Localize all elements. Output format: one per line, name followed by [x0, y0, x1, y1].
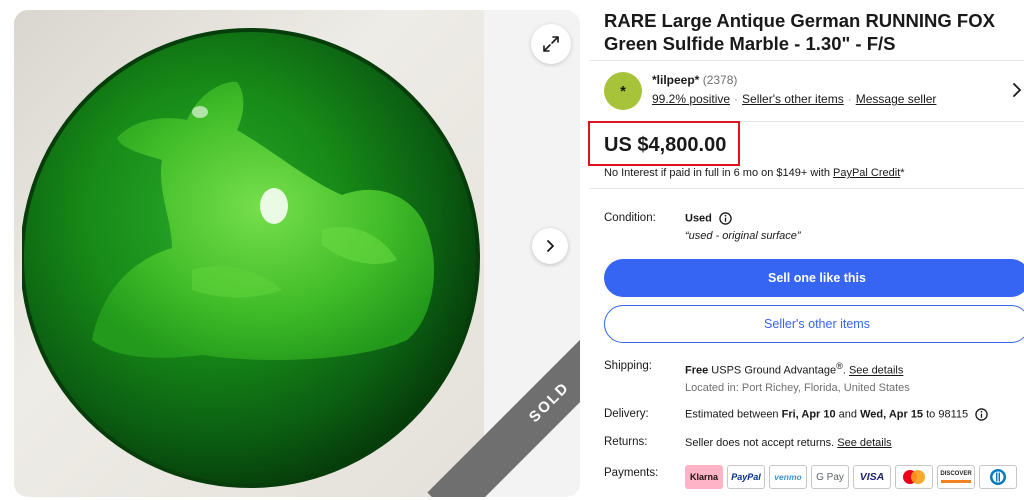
item-location: Located in: Port Richey, Florida, United…: [685, 382, 910, 394]
expand-icon: [543, 36, 559, 52]
sell-one-like-this-button[interactable]: Sell one like this: [604, 259, 1024, 297]
chevron-right-icon[interactable]: [1010, 81, 1024, 99]
delivery-start-date: Fri, Apr 10: [781, 408, 836, 421]
seller-feedback-count: (2378): [702, 73, 738, 87]
seller-name[interactable]: *lilpeep*: [652, 73, 699, 87]
financing-asterisk: *: [900, 167, 905, 179]
section-divider: [590, 188, 1024, 189]
chevron-right-icon: [547, 240, 554, 252]
registered-mark: ®: [836, 361, 843, 371]
returns-label: Returns:: [604, 436, 648, 448]
separator: ·: [847, 92, 852, 106]
seller-avatar: *: [604, 72, 642, 110]
shipping-details-link[interactable]: See details: [849, 365, 903, 377]
delivery-end-date: Wed, Apr 15: [860, 408, 924, 421]
condition-value: Used: [685, 212, 732, 225]
price: US $4,800.00: [604, 134, 727, 156]
image-gallery[interactable]: SOLD: [14, 10, 580, 497]
diners-club-icon: [990, 469, 1006, 485]
google-pay-logo: G Pay: [811, 465, 849, 489]
mastercard-circles-icon: [903, 470, 925, 484]
returns-details-link[interactable]: See details: [837, 437, 891, 449]
product-photo-marble[interactable]: [22, 20, 482, 490]
visa-logo: VISA: [853, 465, 891, 489]
returns-value: Seller does not accept returns. See deta…: [685, 437, 892, 449]
separator: ·: [734, 92, 739, 106]
discover-logo: DISCOVER: [937, 465, 975, 489]
klarna-logo: Klarna: [685, 465, 723, 489]
next-image-button[interactable]: [532, 228, 568, 264]
delivery-value: Estimated between Fri, Apr 10 and Wed, A…: [685, 408, 988, 421]
discover-stripe: [941, 480, 971, 483]
delivery-and: and: [835, 408, 861, 421]
message-seller-link[interactable]: Message seller: [856, 92, 937, 106]
financing-text: No Interest if paid in full in 6 mo on $…: [604, 167, 833, 179]
delivery-prefix: Estimated between: [685, 408, 782, 421]
seller-identity: *lilpeep* (2378): [652, 73, 737, 87]
sellers-other-items-button[interactable]: Seller's other items: [604, 305, 1024, 343]
seller-positive-link[interactable]: 99.2% positive: [652, 92, 730, 106]
discover-text: DISCOVER: [940, 471, 972, 477]
condition-text: Used: [685, 212, 712, 225]
seller-other-items-link[interactable]: Seller's other items: [742, 92, 844, 106]
mastercard-logo: [895, 465, 933, 489]
diners-club-logo: [979, 465, 1017, 489]
shipping-label: Shipping:: [604, 360, 652, 372]
delivery-zip: to 98115: [923, 408, 969, 421]
info-icon[interactable]: [719, 212, 732, 225]
paypal-credit-link[interactable]: PayPal Credit: [833, 167, 900, 179]
payments-label: Payments:: [604, 467, 659, 479]
condition-label: Condition:: [604, 212, 656, 224]
shipping-free: Free: [685, 364, 709, 377]
seller-links: 99.2% positive · Seller's other items · Mess…: [652, 92, 936, 106]
delivery-label: Delivery:: [604, 408, 649, 420]
returns-text: Seller does not accept returns.: [685, 437, 838, 449]
paypal-logo: PayPal: [727, 465, 765, 489]
condition-note: “used - original surface”: [685, 230, 801, 242]
shipping-value: Free USPS Ground Advantage®. See details: [685, 361, 904, 377]
expand-image-button[interactable]: [531, 24, 571, 64]
info-icon[interactable]: [975, 408, 988, 421]
venmo-logo: venmo: [769, 465, 807, 489]
financing-offer: No Interest if paid in full in 6 mo on $…: [604, 167, 905, 179]
payment-methods: Klarna PayPal venmo G Pay VISA DISCOVER: [685, 465, 1017, 491]
seller-card[interactable]: * *lilpeep* (2378) 99.2% positive · Seller…: [590, 60, 1024, 122]
shipping-service: USPS Ground Advantage: [708, 364, 837, 377]
listing-title: RARE Large Antique German RUNNING FOX Gr…: [604, 10, 995, 54]
